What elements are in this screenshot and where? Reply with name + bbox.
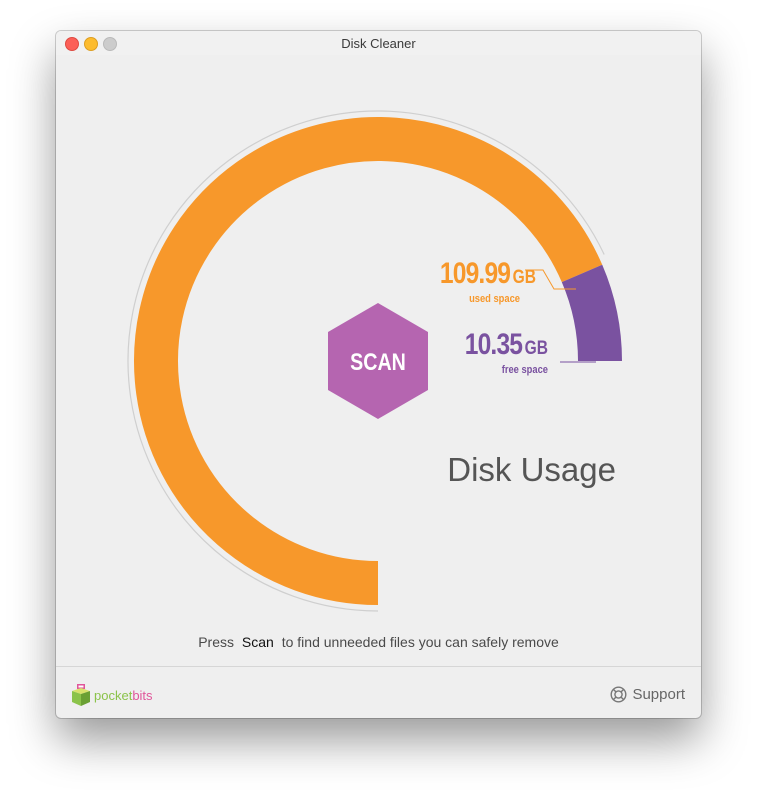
footer-divider <box>56 666 701 667</box>
pocketbits-box-icon <box>72 684 90 706</box>
lifebuoy-icon <box>610 685 627 703</box>
support-button[interactable]: Support <box>610 683 685 705</box>
hint-suffix: to find unneeded files you can safely re… <box>281 634 559 650</box>
brand-name: pocketbits <box>94 687 153 703</box>
free-space-value: 10.35 GB <box>464 328 548 361</box>
disk-usage-heading: Disk Usage <box>447 451 616 488</box>
support-label[interactable]: Support <box>632 686 685 703</box>
free-space-arc <box>561 264 622 362</box>
used-space-caption: used space <box>469 293 520 305</box>
hint-prefix: Press <box>198 634 235 650</box>
app-window: Disk Cleaner SCAN 109.99 GB used space 10… <box>56 31 701 718</box>
scan-button-label[interactable]: SCAN <box>350 348 406 375</box>
scan-button[interactable]: SCAN <box>328 303 428 419</box>
scan-hint: Press Scan to find unneeded files you ca… <box>56 634 701 650</box>
hint-keyword: Scan <box>241 634 274 650</box>
pocketbits-logo[interactable]: pocketbits <box>72 683 153 707</box>
used-space-value: 109.99 GB <box>439 257 536 290</box>
disk-usage-gauge: SCAN <box>127 110 622 612</box>
free-space-caption: free space <box>501 364 548 376</box>
